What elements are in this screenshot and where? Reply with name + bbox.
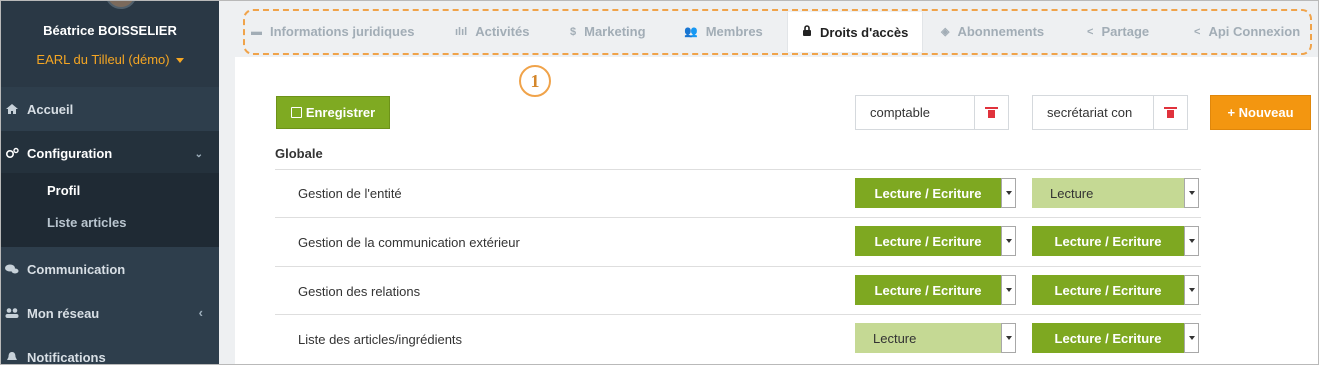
permission-value: Lecture / Ecriture: [1032, 323, 1184, 353]
comments-icon: [5, 263, 19, 275]
floppy-icon: [290, 107, 302, 118]
tab-marketing[interactable]: $ Marketing: [570, 24, 646, 39]
permission-value: Lecture / Ecriture: [855, 178, 1001, 208]
main-area: ▬ Informations juridiques ılıl Activités…: [219, 1, 1318, 364]
dropdown-arrow-icon[interactable]: [1001, 178, 1016, 208]
annotation-badge: 1: [519, 65, 551, 97]
sidebar-item-accueil[interactable]: Accueil: [1, 87, 219, 131]
bar-chart-icon: ılıl: [455, 25, 468, 38]
tab-label: Abonnements: [957, 24, 1045, 39]
permission-label: Gestion de l'entité: [298, 186, 402, 201]
sidebar-item-label: Accueil: [27, 101, 74, 117]
tab-membres[interactable]: 👥 Membres: [684, 24, 763, 39]
permission-label: Liste des articles/ingrédients: [298, 332, 463, 347]
sidebar-item-label: Mon réseau: [27, 305, 100, 321]
home-icon: [5, 103, 19, 115]
permission-select[interactable]: Lecture: [1032, 178, 1199, 208]
tab-abonnements[interactable]: ◈ Abonnements: [941, 24, 1044, 39]
row-divider: [275, 266, 1201, 267]
save-button[interactable]: Enregistrer: [276, 96, 390, 129]
sidebar-item-label: Communication: [27, 261, 126, 277]
avatar[interactable]: [105, 1, 137, 9]
permission-select[interactable]: Lecture / Ecriture: [855, 178, 1016, 208]
sidebar: Béatrice BOISSELIER EARL du Tilleul (dém…: [1, 1, 219, 365]
chevron-left-icon: ‹: [198, 305, 203, 320]
caret-down-icon: [175, 58, 184, 64]
dropdown-arrow-icon[interactable]: [1184, 226, 1199, 256]
tab-informations-juridiques[interactable]: ▬ Informations juridiques: [251, 24, 414, 39]
permission-value: Lecture / Ecriture: [1032, 275, 1184, 305]
tab-api-connexion[interactable]: < Api Connexion: [1194, 24, 1300, 39]
tab-label: Informations juridiques: [270, 24, 415, 39]
organization-selector[interactable]: EARL du Tilleul (démo): [1, 52, 219, 67]
new-role-button[interactable]: + Nouveau: [1210, 95, 1311, 130]
configuration-submenu: Profil Liste articles: [1, 173, 219, 247]
permission-value: Lecture / Ecriture: [1032, 226, 1184, 256]
permission-select[interactable]: Lecture / Ecriture: [1032, 323, 1199, 353]
permission-select[interactable]: Lecture / Ecriture: [1032, 226, 1199, 256]
sidebar-item-communication[interactable]: Communication: [1, 247, 219, 291]
dollar-icon: $: [570, 25, 577, 38]
sidebar-subitem-liste-articles[interactable]: Liste articles: [47, 215, 127, 230]
share-icon: <: [1194, 25, 1201, 38]
tab-label: Marketing: [584, 24, 646, 39]
chevron-down-icon: ⌄: [194, 149, 203, 160]
trash-icon: [1164, 107, 1177, 118]
row-divider: [275, 217, 1201, 218]
permission-select[interactable]: Lecture / Ecriture: [855, 275, 1016, 305]
user-name[interactable]: Béatrice BOISSELIER: [1, 23, 219, 38]
tab-label: Droits d'accès: [820, 24, 909, 40]
tab-label: Partage: [1101, 24, 1150, 39]
tag-icon: ◈: [941, 26, 950, 38]
user-panel: Béatrice BOISSELIER EARL du Tilleul (dém…: [1, 1, 219, 87]
role-comptable[interactable]: comptable: [855, 95, 1009, 130]
lock-icon: [802, 25, 812, 39]
sidebar-item-notifications[interactable]: Notifications: [1, 335, 219, 365]
users-icon: 👥: [684, 26, 698, 38]
permission-select[interactable]: Lecture / Ecriture: [1032, 275, 1199, 305]
sidebar-item-configuration[interactable]: Configuration ⌄: [1, 131, 219, 175]
bell-icon: [5, 351, 19, 363]
row-divider: [275, 314, 1201, 315]
row-divider: [275, 169, 1201, 170]
sidebar-item-label: Notifications: [27, 349, 106, 365]
dropdown-arrow-icon[interactable]: [1184, 275, 1199, 305]
tab-label: Api Connexion: [1208, 24, 1301, 39]
sidebar-item-label: Configuration: [27, 145, 113, 161]
role-secretariat[interactable]: secrétariat con: [1032, 95, 1188, 130]
permission-label: Gestion des relations: [298, 284, 421, 299]
section-title: Globale: [275, 146, 323, 161]
permission-value: Lecture / Ecriture: [855, 275, 1001, 305]
tab-label: Membres: [705, 24, 763, 39]
permission-select[interactable]: Lecture / Ecriture: [855, 226, 1016, 256]
trash-icon: [985, 107, 998, 118]
delete-role-button[interactable]: [1153, 96, 1187, 129]
dropdown-arrow-icon[interactable]: [1001, 226, 1016, 256]
dropdown-arrow-icon[interactable]: [1184, 178, 1199, 208]
folder-icon: ▬: [251, 25, 262, 38]
tab-label: Activités: [475, 24, 530, 39]
permission-value: Lecture: [855, 323, 1001, 353]
dropdown-arrow-icon[interactable]: [1184, 323, 1199, 353]
app-window: Béatrice BOISSELIER EARL du Tilleul (dém…: [0, 0, 1319, 365]
sidebar-item-mon-reseau[interactable]: Mon réseau ‹: [1, 291, 219, 335]
sidebar-subitem-profil[interactable]: Profil: [47, 183, 80, 198]
dropdown-arrow-icon[interactable]: [1001, 323, 1016, 353]
delete-role-button[interactable]: [974, 96, 1008, 129]
role-name[interactable]: secrétariat con: [1033, 105, 1153, 120]
tab-droits-acces[interactable]: Droits d'accès: [787, 12, 924, 52]
dropdown-arrow-icon[interactable]: [1001, 275, 1016, 305]
save-label: Enregistrer: [305, 105, 376, 120]
tab-activites[interactable]: ılıl Activités: [455, 24, 529, 39]
permission-value: Lecture: [1032, 178, 1184, 208]
permission-label: Gestion de la communication extérieur: [298, 235, 520, 250]
permission-select[interactable]: Lecture: [855, 323, 1016, 353]
role-name[interactable]: comptable: [856, 105, 974, 120]
cogs-icon: [5, 147, 19, 159]
users-icon: [5, 307, 19, 319]
tab-partage[interactable]: < Partage: [1087, 24, 1149, 39]
permission-value: Lecture / Ecriture: [855, 226, 1001, 256]
organization-name: EARL du Tilleul (démo): [36, 52, 170, 67]
share-icon: <: [1087, 25, 1094, 38]
